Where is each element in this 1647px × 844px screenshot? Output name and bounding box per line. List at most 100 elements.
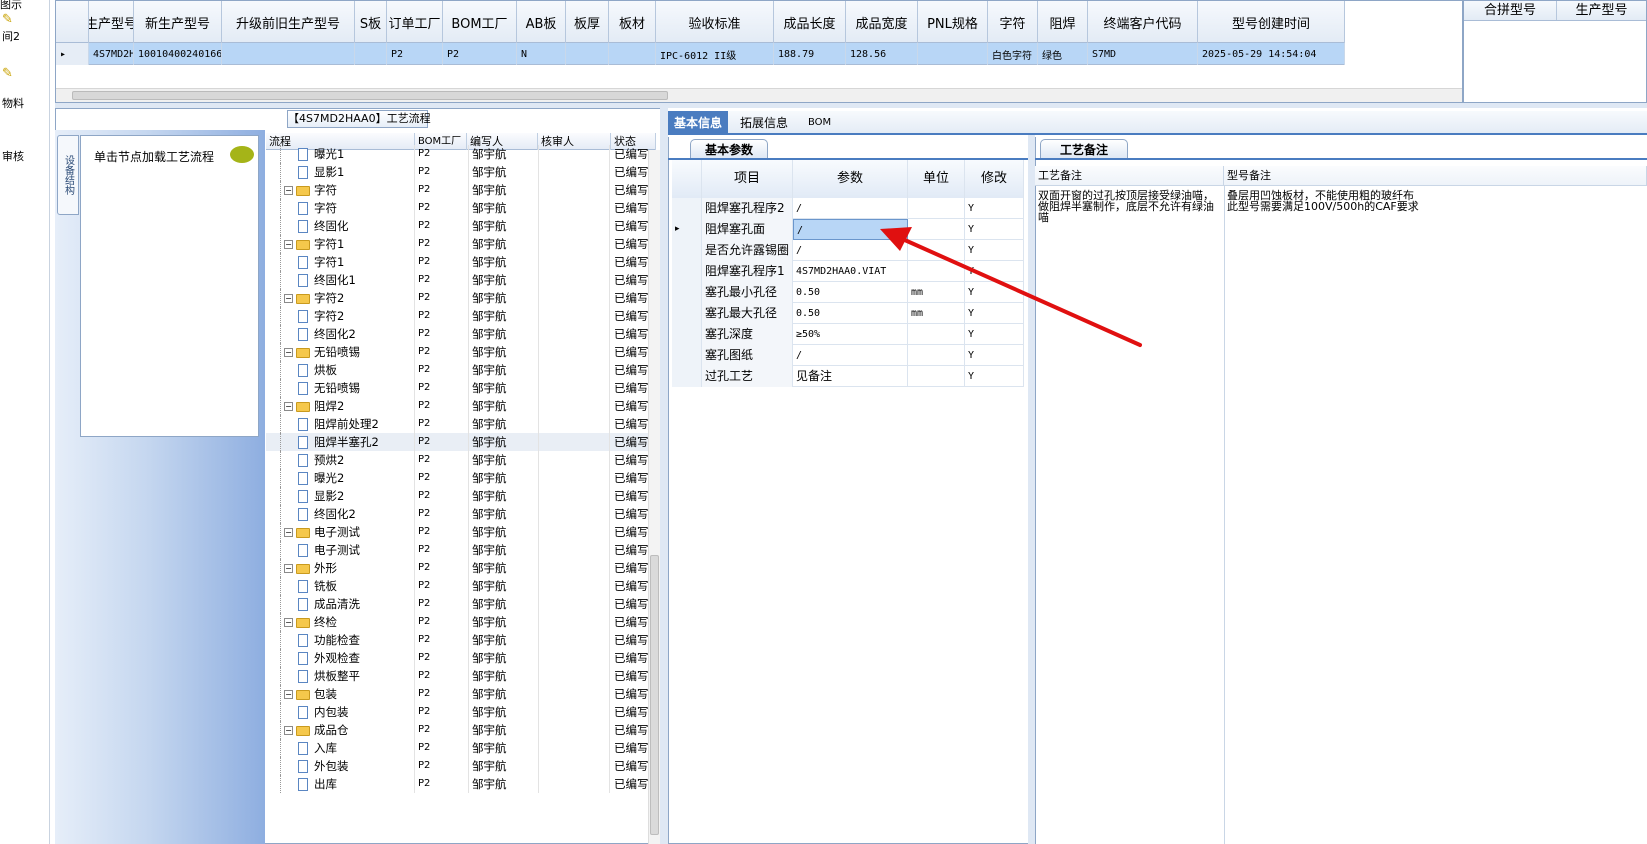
process-tree-row[interactable]: 字符1 P2 邹宇航 已编写: [266, 253, 648, 271]
tree-vertical-scrollbar[interactable]: [648, 150, 660, 844]
process-tree-row[interactable]: 曝光2 P2 邹宇航 已编写: [266, 469, 648, 487]
model-col-header[interactable]: 阻焊: [1038, 1, 1088, 43]
process-tree-row[interactable]: − 阻焊2 P2 邹宇航 已编写: [266, 397, 648, 415]
model-remark-header[interactable]: 型号备注: [1224, 166, 1647, 186]
process-tree-row[interactable]: − 字符2 P2 邹宇航 已编写: [266, 289, 648, 307]
process-tree-row[interactable]: − 成品仓 P2 邹宇航 已编写: [266, 721, 648, 739]
process-tree-row[interactable]: 终固化1 P2 邹宇航 已编写: [266, 271, 648, 289]
model-remark-text[interactable]: 叠层用凹蚀板材，不能使用粗的玻纤布 此型号需要满足100V/500h的CAF要求: [1224, 188, 1647, 214]
expand-toggle-icon[interactable]: −: [284, 186, 293, 195]
tab-basic-params[interactable]: 基本参数: [690, 139, 768, 159]
param-modify[interactable]: Y: [965, 366, 1024, 387]
process-tree-row[interactable]: 字符2 P2 邹宇航 已编写: [266, 307, 648, 325]
expand-toggle-icon[interactable]: −: [284, 294, 293, 303]
model-cell[interactable]: 绿色: [1038, 43, 1088, 65]
process-tree-row[interactable]: − 终检 P2 邹宇航 已编写: [266, 613, 648, 631]
process-tree-row[interactable]: 烘板整平 P2 邹宇航 已编写: [266, 667, 648, 685]
process-tree-row[interactable]: 终固化 P2 邹宇航 已编写: [266, 217, 648, 235]
left-nav-item[interactable]: 审核: [2, 148, 24, 164]
horizontal-scrollbar[interactable]: [56, 88, 1462, 102]
model-col-header[interactable]: PNL规格: [918, 1, 988, 43]
model-cell[interactable]: 4S7MD2HAA0: [89, 43, 134, 65]
col-item[interactable]: 项目: [702, 160, 793, 198]
col-param[interactable]: 参数: [793, 160, 908, 198]
expand-toggle-icon[interactable]: −: [284, 402, 293, 411]
process-tree-row[interactable]: 成品清洗 P2 邹宇航 已编写: [266, 595, 648, 613]
model-col-header[interactable]: 生产型号: [89, 1, 134, 43]
process-tree-row[interactable]: 预烘2 P2 邹宇航 已编写: [266, 451, 648, 469]
model-col-header[interactable]: 成品宽度: [846, 1, 918, 43]
process-tree-row[interactable]: 阻焊前处理2 P2 邹宇航 已编写: [266, 415, 648, 433]
expand-toggle-icon[interactable]: −: [284, 726, 293, 735]
col-unit[interactable]: 单位: [908, 160, 965, 198]
vertical-splitter[interactable]: [660, 108, 668, 844]
model-cell[interactable]: [566, 43, 609, 65]
model-cell[interactable]: N: [517, 43, 566, 65]
param-item[interactable]: 塞孔最大孔径: [702, 303, 793, 324]
model-col-header[interactable]: 型号创建时间: [1198, 1, 1345, 43]
model-cell[interactable]: 128.56: [846, 43, 918, 65]
model-col-header[interactable]: 订单工厂: [387, 1, 443, 43]
merge-model-header[interactable]: 合拼型号: [1464, 1, 1557, 20]
row-selector[interactable]: ▸: [56, 43, 89, 65]
process-tree-row[interactable]: − 包装 P2 邹宇航 已编写: [266, 685, 648, 703]
param-value[interactable]: 见备注: [793, 366, 908, 387]
process-tree-row[interactable]: 功能检查 P2 邹宇航 已编写: [266, 631, 648, 649]
param-item[interactable]: 阻焊塞孔程序2: [702, 198, 793, 219]
expand-toggle-icon[interactable]: −: [284, 528, 293, 537]
model-col-header[interactable]: S板: [355, 1, 387, 43]
model-col-header[interactable]: AB板: [517, 1, 566, 43]
expand-toggle-icon[interactable]: −: [284, 564, 293, 573]
tab-process-remark[interactable]: 工艺备注: [1040, 139, 1128, 159]
param-item[interactable]: 阻焊塞孔程序1: [702, 261, 793, 282]
model-cell[interactable]: [222, 43, 355, 65]
model-grid-row[interactable]: ▸4S7MD2HAA010010400240166P2P2NIPC-6012 I…: [56, 43, 1345, 65]
param-item[interactable]: 塞孔最小孔径: [702, 282, 793, 303]
param-row[interactable]: 过孔工艺 见备注 Y: [672, 366, 1024, 387]
process-tree-row[interactable]: 曝光1 P2 邹宇航 已编写: [266, 145, 648, 163]
model-col-header[interactable]: 终端客户代码: [1088, 1, 1198, 43]
expand-toggle-icon[interactable]: −: [284, 240, 293, 249]
model-cell[interactable]: P2: [443, 43, 517, 65]
tab-bom[interactable]: BOM: [802, 111, 837, 135]
expand-toggle-icon[interactable]: −: [284, 348, 293, 357]
expand-toggle-icon[interactable]: −: [284, 618, 293, 627]
process-tree-row[interactable]: 入库 P2 邹宇航 已编写: [266, 739, 648, 757]
model-cell[interactable]: [609, 43, 656, 65]
process-tree-row[interactable]: 无铅喷锡 P2 邹宇航 已编写: [266, 379, 648, 397]
left-nav-item[interactable]: 间2: [2, 28, 20, 44]
model-col-header[interactable]: 字符: [988, 1, 1038, 43]
model-cell[interactable]: 10010400240166: [134, 43, 222, 65]
tab-basic-info[interactable]: 基本信息: [668, 111, 729, 135]
model-col-header[interactable]: 验收标准: [656, 1, 774, 43]
process-tree-row[interactable]: − 字符1 P2 邹宇航 已编写: [266, 235, 648, 253]
param-item[interactable]: 塞孔图纸: [702, 345, 793, 366]
process-tree-row[interactable]: − 字符 P2 邹宇航 已编写: [266, 181, 648, 199]
model-cell[interactable]: [918, 43, 988, 65]
model-cell[interactable]: 2025-05-29 14:54:04: [1198, 43, 1345, 65]
model-col-header[interactable]: 成品长度: [774, 1, 846, 43]
param-unit[interactable]: [908, 366, 965, 387]
param-item[interactable]: 是否允许露锡圈: [702, 240, 793, 261]
model-col-header[interactable]: 板厚: [566, 1, 609, 43]
left-nav-item[interactable]: 图示: [0, 0, 22, 12]
left-nav-item[interactable]: 物料: [2, 95, 24, 111]
model-col-header[interactable]: 升级前旧生产型号: [222, 1, 355, 43]
process-tree-row[interactable]: 终固化2 P2 邹宇航 已编写: [266, 505, 648, 523]
model-cell[interactable]: IPC-6012 II级: [656, 43, 774, 65]
model-cell[interactable]: 188.79: [774, 43, 846, 65]
tab-extended-info[interactable]: 拓展信息: [734, 111, 794, 135]
process-tree-row[interactable]: 显影2 P2 邹宇航 已编写: [266, 487, 648, 505]
process-tree-row[interactable]: 电子测试 P2 邹宇航 已编写: [266, 541, 648, 559]
process-tree-row[interactable]: 显影1 P2 邹宇航 已编写: [266, 163, 648, 181]
model-col-header[interactable]: BOM工厂: [443, 1, 517, 43]
model-col-header[interactable]: 板材: [609, 1, 656, 43]
process-tree-row[interactable]: 字符 P2 邹宇航 已编写: [266, 199, 648, 217]
model-col-header[interactable]: 新生产型号: [134, 1, 222, 43]
process-tree-row[interactable]: 内包装 P2 邹宇航 已编写: [266, 703, 648, 721]
production-model-header[interactable]: 生产型号: [1557, 1, 1646, 20]
param-item[interactable]: 过孔工艺: [702, 366, 793, 387]
process-tree-row[interactable]: 出库 P2 邹宇航 已编写: [266, 775, 648, 793]
process-tree-row[interactable]: 外包装 P2 邹宇航 已编写: [266, 757, 648, 775]
param-item[interactable]: 塞孔深度: [702, 324, 793, 345]
